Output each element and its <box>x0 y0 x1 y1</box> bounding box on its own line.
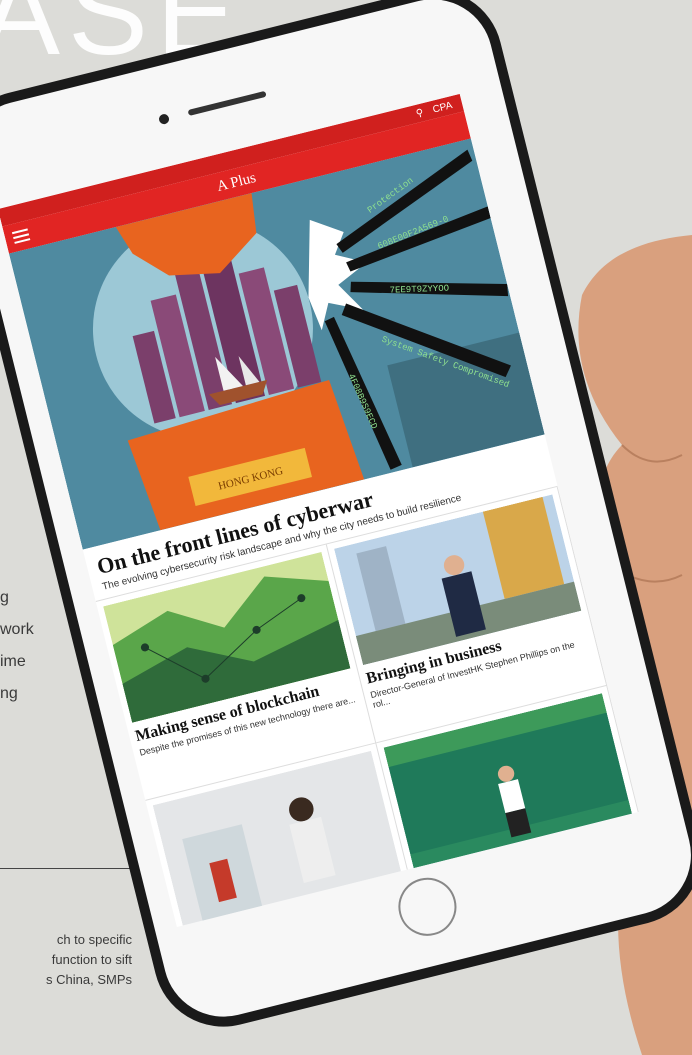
menu-icon[interactable] <box>11 228 31 244</box>
search-icon[interactable]: ⚲ <box>415 107 425 119</box>
background-footer-text: ch to specific function to sift s China, S… <box>46 932 132 987</box>
phone: ⚲ CPA A Plus HONG KONG Protection 608E00… <box>0 0 692 1042</box>
status-logo: CPA <box>431 99 454 116</box>
divider <box>0 868 130 869</box>
code-text: 7EE9T9ZYYOO <box>389 284 449 296</box>
app-title: A Plus <box>215 169 258 195</box>
background-body-text: g work ime ng <box>0 589 34 702</box>
